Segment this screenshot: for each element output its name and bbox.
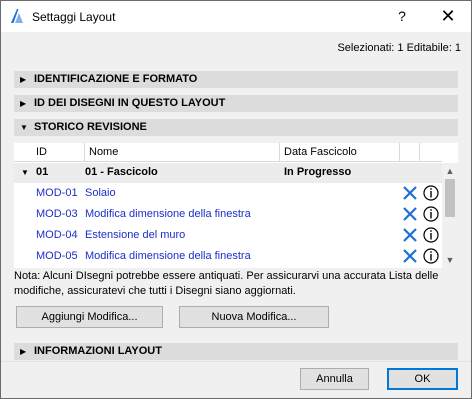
expand-down-icon: ▼ <box>20 123 28 132</box>
row-name: Modifica dimensione della finestra <box>85 250 251 262</box>
row-id: MOD-05 <box>36 250 78 262</box>
delete-icon[interactable] <box>402 227 418 243</box>
revision-table: ID Nome Data Fascicolo ▼ 01 01 - Fascico… <box>14 143 458 268</box>
expand-right-icon: ▶ <box>20 75 27 84</box>
help-button[interactable]: ? <box>379 1 425 32</box>
vertical-scrollbar[interactable]: ▲ ▼ <box>442 163 458 268</box>
info-icon[interactable] <box>423 227 439 243</box>
row-name: Estensione del muro <box>85 229 186 241</box>
delete-icon[interactable] <box>402 185 418 201</box>
nuova-modifica-button[interactable]: Nuova Modifica... <box>179 306 329 328</box>
table-row[interactable]: MOD-01 Solaio <box>14 183 442 204</box>
footer-separator <box>1 361 471 362</box>
expand-right-icon: ▶ <box>20 99 27 108</box>
close-button[interactable]: ✕ <box>425 1 471 32</box>
title-bar: Settaggi Layout ? ✕ <box>1 1 471 32</box>
group-name: 01 - Fascicolo <box>85 166 158 178</box>
row-id: MOD-01 <box>36 187 78 199</box>
column-header-nome[interactable]: Nome <box>85 143 280 162</box>
column-header-id[interactable]: ID <box>32 143 85 162</box>
table-header: ID Nome Data Fascicolo <box>14 143 442 162</box>
expand-right-icon: ▶ <box>20 347 27 356</box>
column-header-extra <box>420 143 442 162</box>
section-id-disegni[interactable]: ▶ ID DEI DISEGNI IN QUESTO LAYOUT <box>14 95 458 112</box>
table-row[interactable]: MOD-03 Modifica dimensione della finestr… <box>14 204 442 225</box>
section-label: ID DEI DISEGNI IN QUESTO LAYOUT <box>34 97 226 109</box>
section-storico-revisione[interactable]: ▼ STORICO REVISIONE <box>14 119 458 136</box>
row-id: MOD-04 <box>36 229 78 241</box>
section-informazioni-layout[interactable]: ▶ INFORMAZIONI LAYOUT <box>14 343 458 360</box>
scroll-thumb[interactable] <box>445 179 455 217</box>
ok-button[interactable]: OK <box>387 368 458 390</box>
note-text: Nota: Alcuni DIsegni potrebbe essere ant… <box>14 270 439 297</box>
column-header-extra <box>400 143 420 162</box>
collapse-icon[interactable]: ▼ <box>21 168 29 177</box>
aggiungi-modifica-button[interactable]: Aggiungi Modifica... <box>16 306 163 328</box>
delete-icon[interactable] <box>402 248 418 264</box>
scroll-down-icon[interactable]: ▼ <box>442 252 458 268</box>
annulla-button[interactable]: Annulla <box>300 368 369 390</box>
table-row[interactable]: MOD-05 Modifica dimensione della finestr… <box>14 246 442 267</box>
info-icon[interactable] <box>423 206 439 222</box>
scroll-up-icon[interactable]: ▲ <box>442 163 458 179</box>
row-id: MOD-03 <box>36 208 78 220</box>
section-label: IDENTIFICAZIONE E FORMATO <box>34 73 198 85</box>
delete-icon[interactable] <box>402 206 418 222</box>
group-status: In Progresso <box>284 166 352 178</box>
settaggi-layout-dialog: Settaggi Layout ? ✕ Selezionati: 1 Edita… <box>0 0 472 399</box>
info-icon[interactable] <box>423 248 439 264</box>
section-label: STORICO REVISIONE <box>34 121 147 133</box>
section-identificazione[interactable]: ▶ IDENTIFICAZIONE E FORMATO <box>14 71 458 88</box>
section-label: INFORMAZIONI LAYOUT <box>34 345 162 357</box>
row-name: Modifica dimensione della finestra <box>85 208 251 220</box>
group-id: 01 <box>36 166 49 178</box>
table-row[interactable]: MOD-04 Estensione del muro <box>14 225 442 246</box>
column-header-data[interactable]: Data Fascicolo <box>280 143 400 162</box>
group-row[interactable]: ▼ 01 01 - Fascicolo In Progresso <box>14 163 442 183</box>
selection-info: Selezionati: 1 Editabile: 1 <box>337 42 461 54</box>
row-name: Solaio <box>85 187 116 199</box>
archicad-app-icon <box>11 9 23 23</box>
window-title: Settaggi Layout <box>32 10 116 24</box>
info-icon[interactable] <box>423 185 439 201</box>
